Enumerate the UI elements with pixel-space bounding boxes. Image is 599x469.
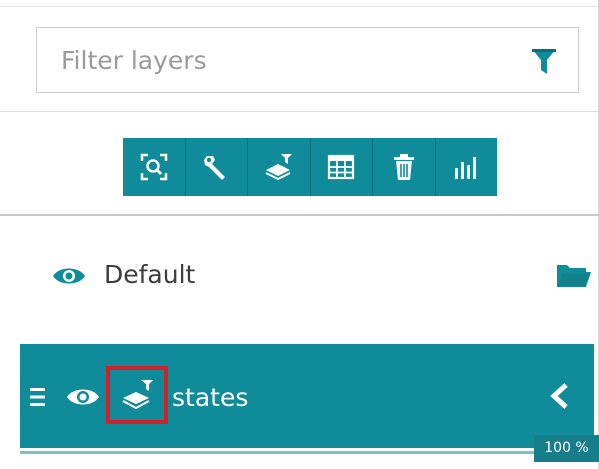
layer-label: states bbox=[172, 383, 249, 412]
folder-open-icon[interactable] bbox=[556, 262, 592, 288]
eye-icon[interactable] bbox=[52, 265, 86, 287]
layer-style-icon bbox=[265, 154, 292, 181]
filter-layers-input[interactable] bbox=[37, 28, 517, 92]
wrench-icon bbox=[204, 156, 226, 180]
layer-style-highlight[interactable] bbox=[106, 366, 168, 424]
zoom-to-extent-icon bbox=[140, 153, 167, 181]
attribute-table-icon bbox=[328, 154, 355, 180]
filter-icon[interactable] bbox=[531, 48, 557, 76]
layer-row-shadow bbox=[20, 451, 594, 454]
layer-style-icon bbox=[122, 380, 153, 410]
zoom-level-badge: 100 % bbox=[534, 435, 599, 462]
drag-handle-icon[interactable] bbox=[30, 387, 48, 407]
zoom-to-layer-button[interactable] bbox=[123, 138, 186, 196]
layer-style-button[interactable] bbox=[248, 138, 311, 196]
layer-item-states[interactable]: states bbox=[20, 344, 594, 448]
top-divider bbox=[0, 6, 599, 7]
chevron-left-icon[interactable] bbox=[548, 382, 570, 410]
remove-layer-button[interactable] bbox=[373, 138, 436, 196]
filter-layers-box bbox=[36, 27, 579, 93]
layer-group-label: Default bbox=[104, 260, 196, 289]
layer-settings-button[interactable] bbox=[186, 138, 248, 196]
divider bbox=[0, 111, 599, 112]
layer-toolbar bbox=[123, 138, 497, 196]
eye-icon[interactable] bbox=[66, 386, 100, 408]
layer-chart-button[interactable] bbox=[436, 138, 498, 196]
trash-icon bbox=[393, 154, 414, 180]
layer-group-default[interactable]: Default bbox=[0, 236, 599, 316]
attribute-table-button[interactable] bbox=[311, 138, 373, 196]
bar-chart-icon bbox=[455, 157, 477, 179]
divider bbox=[0, 214, 599, 216]
